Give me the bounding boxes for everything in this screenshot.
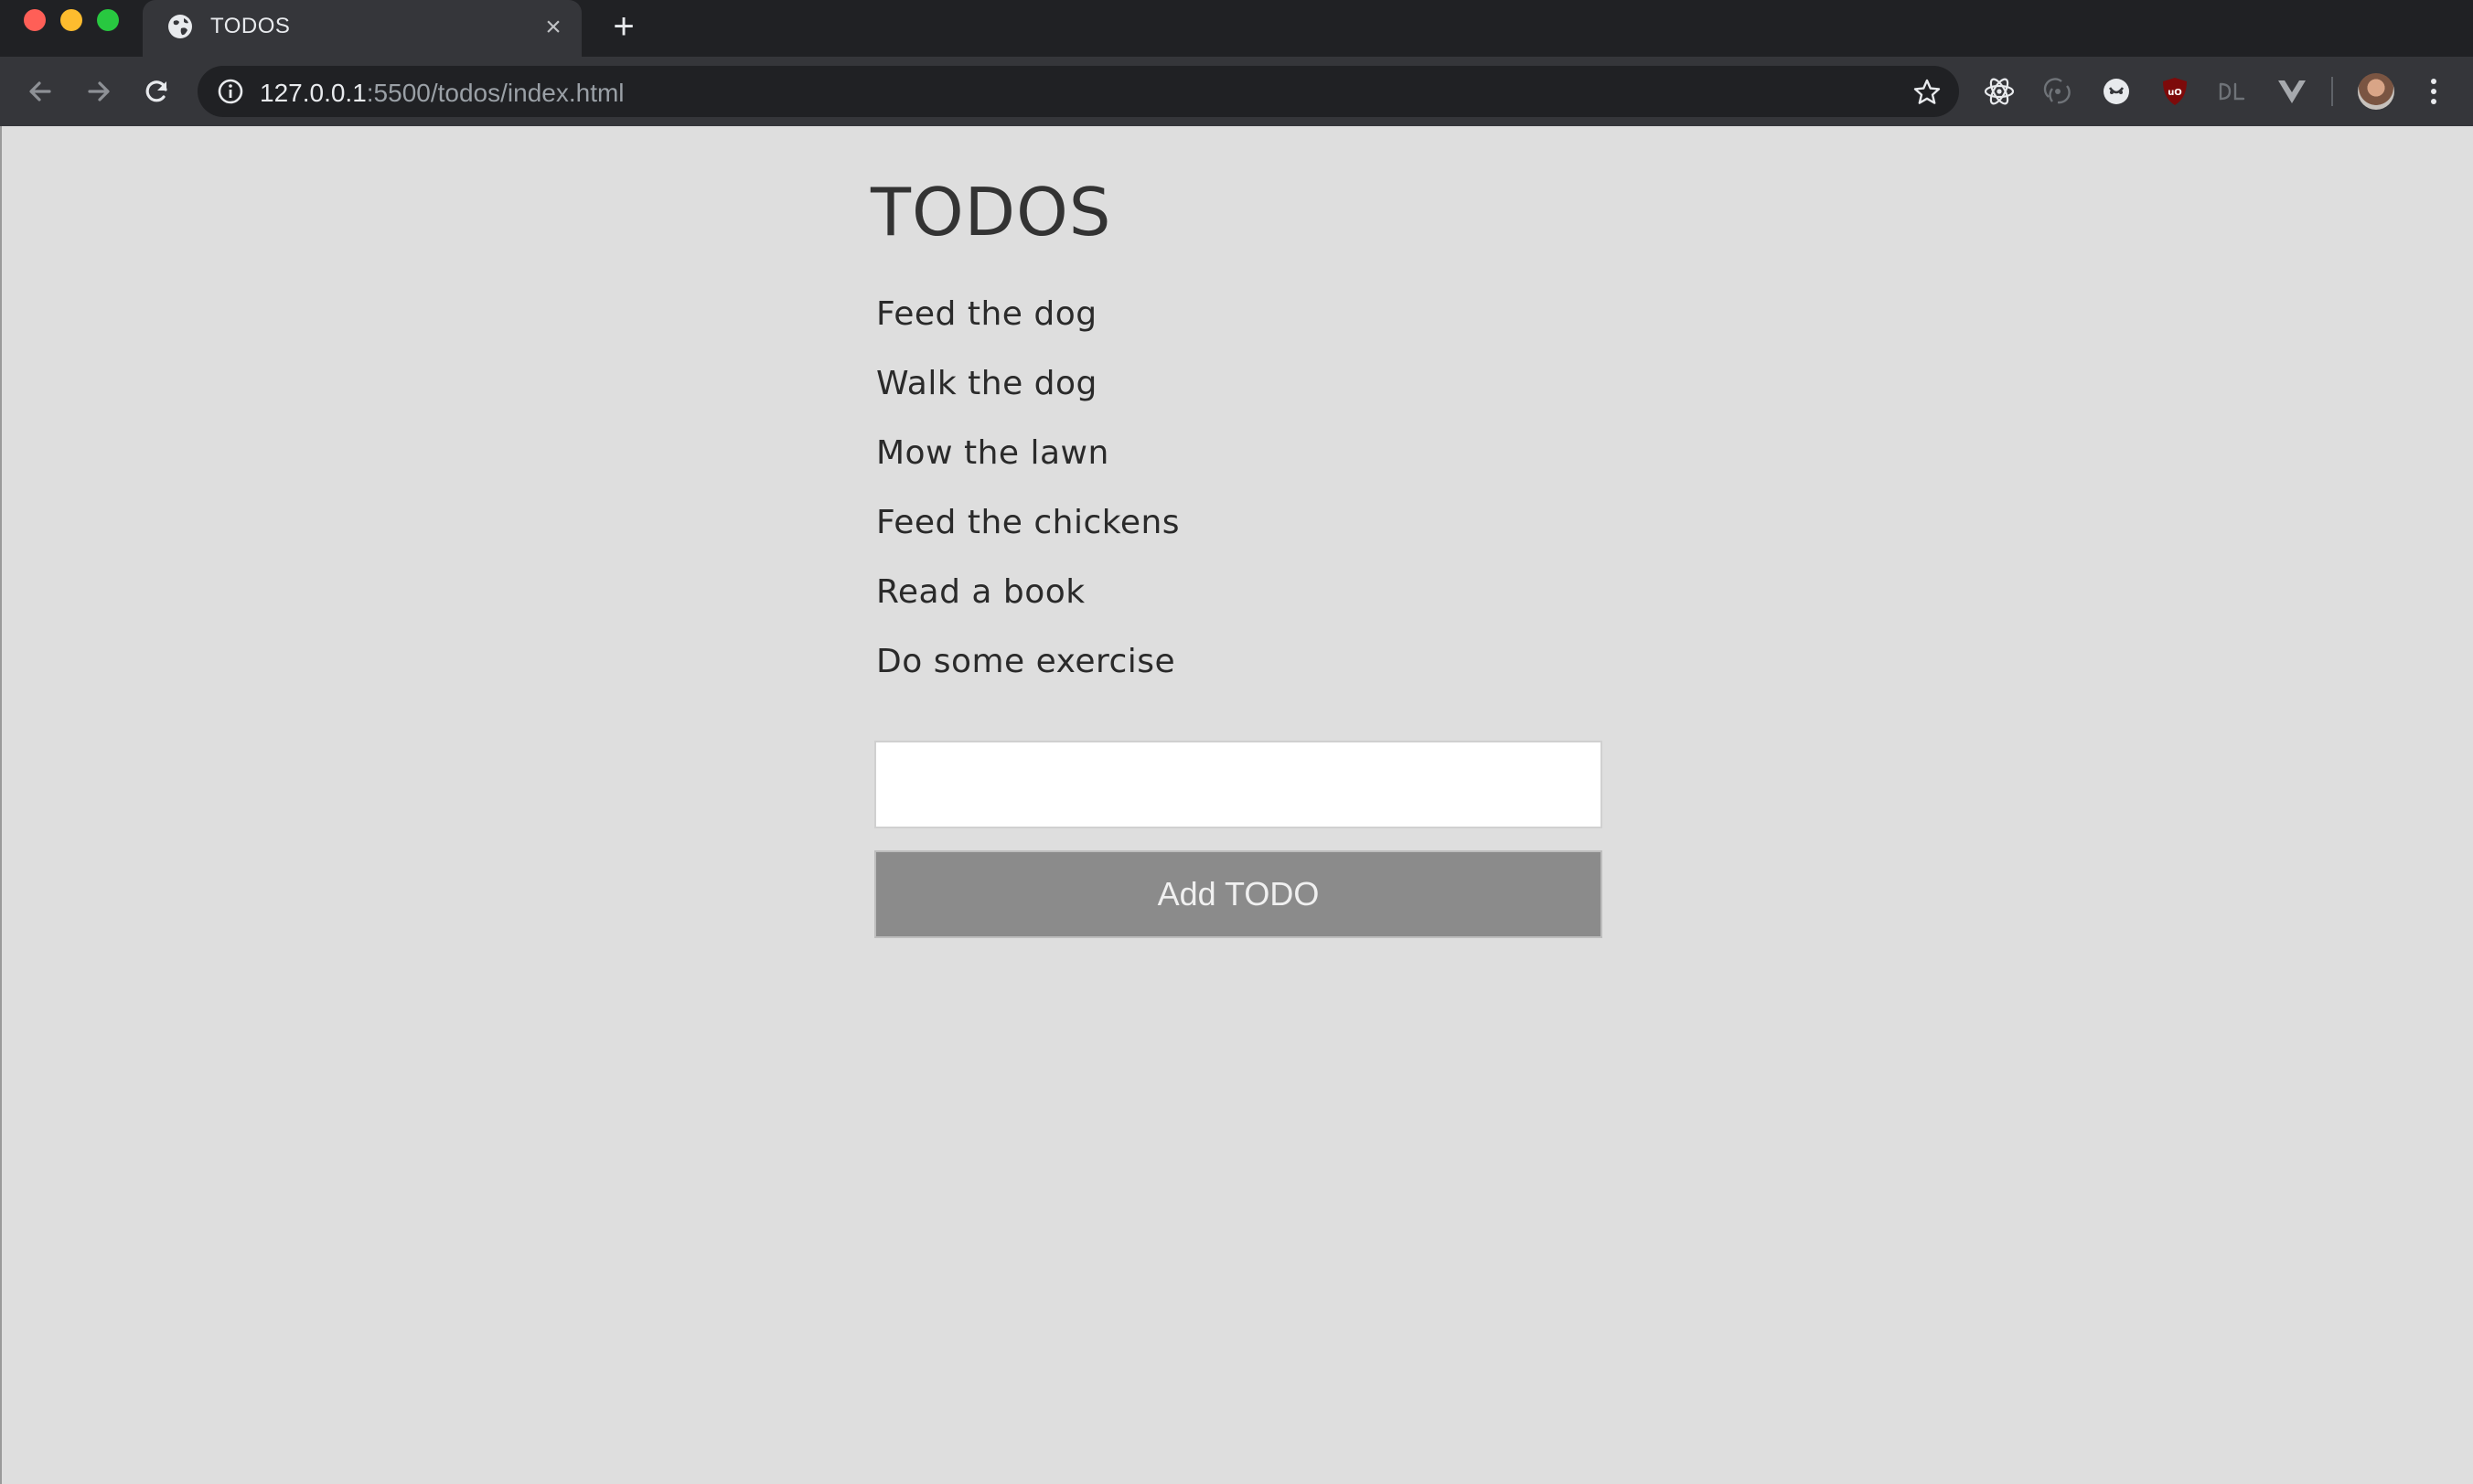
redux-devtools-icon[interactable] bbox=[2039, 73, 2076, 110]
privacy-badger-icon[interactable] bbox=[2098, 73, 2135, 110]
page-title: TODOS bbox=[871, 174, 1112, 251]
close-tab-icon[interactable]: × bbox=[538, 12, 569, 43]
vue-devtools-icon[interactable] bbox=[2274, 73, 2310, 110]
url-path: :5500/todos/index.html bbox=[366, 79, 625, 107]
tab-strip: TODOS × + bbox=[0, 0, 2473, 57]
todo-item[interactable]: Do some exercise bbox=[871, 635, 1602, 704]
url-host: 127.0.0.1 bbox=[260, 79, 367, 107]
todo-item[interactable]: Read a book bbox=[871, 565, 1602, 635]
todo-list: Feed the dog Walk the dog Mow the lawn F… bbox=[871, 287, 1602, 704]
minimize-window-button[interactable] bbox=[60, 9, 82, 31]
todo-item[interactable]: Feed the chickens bbox=[871, 496, 1602, 565]
back-arrow-icon[interactable] bbox=[20, 71, 60, 112]
info-icon[interactable] bbox=[216, 77, 245, 106]
dl-extension-icon[interactable] bbox=[2213, 73, 2250, 110]
new-todo-input[interactable] bbox=[874, 741, 1602, 828]
maximize-window-button[interactable] bbox=[97, 9, 119, 31]
todo-item[interactable]: Mow the lawn bbox=[871, 426, 1602, 496]
react-devtools-icon[interactable] bbox=[1981, 73, 2018, 110]
globe-icon bbox=[166, 13, 194, 40]
forward-arrow-icon[interactable] bbox=[79, 71, 119, 112]
new-tab-button[interactable]: + bbox=[605, 8, 642, 46]
reload-icon[interactable] bbox=[137, 71, 177, 112]
todo-app: TODOS Feed the dog Walk the dog Mow the … bbox=[871, 174, 1602, 938]
bookmark-star-icon[interactable] bbox=[1911, 77, 1943, 108]
browser-window: TODOS × + 127.0.0.1:5500/todos/index.htm… bbox=[0, 0, 2473, 1484]
add-todo-button[interactable]: Add TODO bbox=[874, 850, 1602, 938]
tab-title: TODOS bbox=[210, 14, 291, 38]
profile-avatar[interactable] bbox=[2358, 73, 2394, 110]
address-bar[interactable]: 127.0.0.1:5500/todos/index.html bbox=[198, 66, 1959, 117]
page-viewport: TODOS Feed the dog Walk the dog Mow the … bbox=[0, 126, 2473, 1484]
todo-item[interactable]: Walk the dog bbox=[871, 357, 1602, 426]
url-text: 127.0.0.1:5500/todos/index.html bbox=[260, 79, 625, 108]
more-menu-icon[interactable] bbox=[2420, 73, 2447, 110]
tab-todos[interactable]: TODOS × bbox=[143, 0, 582, 57]
todo-item[interactable]: Feed the dog bbox=[871, 287, 1602, 357]
ublock-origin-icon[interactable]: uO bbox=[2157, 73, 2193, 110]
browser-toolbar: 127.0.0.1:5500/todos/index.html uO bbox=[0, 57, 2473, 126]
toolbar-separator bbox=[2331, 77, 2333, 106]
close-window-button[interactable] bbox=[24, 9, 46, 31]
svg-text:uO: uO bbox=[2168, 88, 2182, 98]
